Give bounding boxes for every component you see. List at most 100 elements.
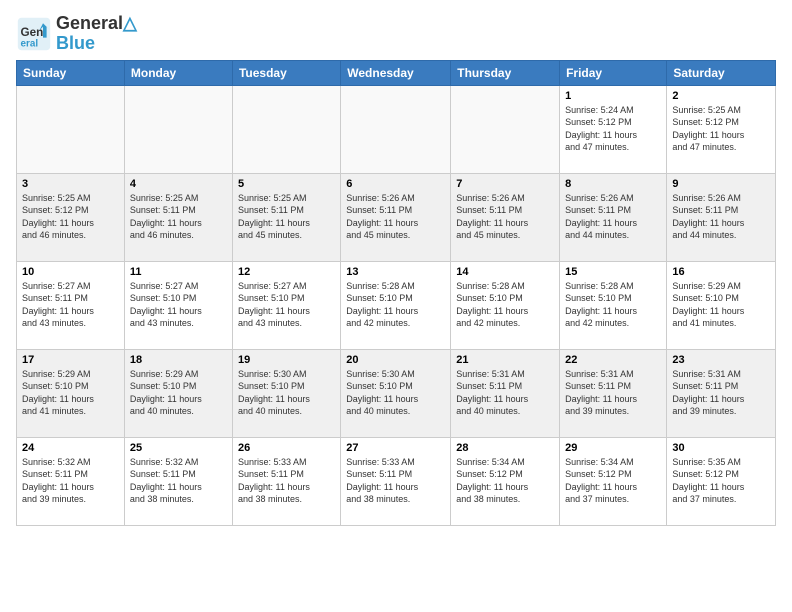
- day-info: Sunrise: 5:25 AMSunset: 5:11 PMDaylight:…: [130, 192, 227, 242]
- day-info: Sunrise: 5:31 AMSunset: 5:11 PMDaylight:…: [456, 368, 554, 418]
- day-info: Sunrise: 5:28 AMSunset: 5:10 PMDaylight:…: [565, 280, 661, 330]
- day-cell: 7Sunrise: 5:26 AMSunset: 5:11 PMDaylight…: [451, 173, 560, 261]
- day-cell: 10 Sunrise: 5:27 AMSunset: 5:11 PMDayligh…: [17, 261, 125, 349]
- day-number: 29: [565, 442, 661, 454]
- day-cell: 28 Sunrise: 5:34 AMSunset: 5:12 PMDayligh…: [451, 437, 560, 525]
- day-cell: 16Sunrise: 5:29 AMSunset: 5:10 PMDayligh…: [667, 261, 776, 349]
- day-cell: 24 Sunrise: 5:32 AMSunset: 5:11 PMDayligh…: [17, 437, 125, 525]
- day-cell: 21 Sunrise: 5:31 AMSunset: 5:11 PMDayligh…: [451, 349, 560, 437]
- day-cell: 8 Sunrise: 5:26 AMSunset: 5:11 PMDaylight…: [560, 173, 667, 261]
- day-cell: 29 Sunrise: 5:34 AMSunset: 5:12 PMDayligh…: [560, 437, 667, 525]
- week-row-1: 1 Sunrise: 5:24 AMSunset: 5:12 PMDaylight…: [17, 85, 776, 173]
- day-cell: 22 Sunrise: 5:31 AMSunset: 5:11 PMDayligh…: [560, 349, 667, 437]
- day-cell: 9 Sunrise: 5:26 AMSunset: 5:11 PMDaylight…: [667, 173, 776, 261]
- day-info: Sunrise: 5:27 AMSunset: 5:11 PMDaylight:…: [22, 280, 119, 330]
- day-number: 13: [346, 266, 445, 278]
- logo-icon: Gen eral: [16, 16, 52, 52]
- day-cell: [17, 85, 125, 173]
- day-cell: [341, 85, 451, 173]
- day-number: 15: [565, 266, 661, 278]
- day-number: 17: [22, 354, 119, 366]
- calendar-table: Sunday Monday Tuesday Wednesday Thursday…: [16, 60, 776, 526]
- day-cell: 17Sunrise: 5:29 AMSunset: 5:10 PMDayligh…: [17, 349, 125, 437]
- day-cell: 27 Sunrise: 5:33 AMSunset: 5:11 PMDayligh…: [341, 437, 451, 525]
- day-info: Sunrise: 5:27 AMSunset: 5:10 PMDaylight:…: [238, 280, 335, 330]
- calendar-body: 1 Sunrise: 5:24 AMSunset: 5:12 PMDaylight…: [17, 85, 776, 525]
- day-info: Sunrise: 5:33 AMSunset: 5:11 PMDaylight:…: [346, 456, 445, 506]
- day-number: 27: [346, 442, 445, 454]
- day-cell: 20 Sunrise: 5:30 AMSunset: 5:10 PMDayligh…: [341, 349, 451, 437]
- day-cell: 23 Sunrise: 5:31 AMSunset: 5:11 PMDayligh…: [667, 349, 776, 437]
- day-info: Sunrise: 5:25 AMSunset: 5:12 PMDaylight:…: [22, 192, 119, 242]
- day-info: Sunrise: 5:26 AMSunset: 5:11 PMDaylight:…: [346, 192, 445, 242]
- day-info: Sunrise: 5:31 AMSunset: 5:11 PMDaylight:…: [565, 368, 661, 418]
- day-number: 21: [456, 354, 554, 366]
- header: Gen eral General△ Blue: [16, 10, 776, 54]
- day-cell: 4 Sunrise: 5:25 AMSunset: 5:11 PMDaylight…: [124, 173, 232, 261]
- logo: Gen eral General△ Blue: [16, 14, 137, 54]
- day-cell: [232, 85, 340, 173]
- day-number: 9: [672, 178, 770, 190]
- day-number: 18: [130, 354, 227, 366]
- col-tuesday: Tuesday: [232, 60, 340, 85]
- day-cell: 1 Sunrise: 5:24 AMSunset: 5:12 PMDaylight…: [560, 85, 667, 173]
- page: Gen eral General△ Blue Sunday Monday Tue…: [0, 0, 792, 612]
- day-cell: 14Sunrise: 5:28 AMSunset: 5:10 PMDayligh…: [451, 261, 560, 349]
- day-cell: 19Sunrise: 5:30 AMSunset: 5:10 PMDayligh…: [232, 349, 340, 437]
- week-row-3: 10 Sunrise: 5:27 AMSunset: 5:11 PMDayligh…: [17, 261, 776, 349]
- day-cell: 11Sunrise: 5:27 AMSunset: 5:10 PMDayligh…: [124, 261, 232, 349]
- day-number: 22: [565, 354, 661, 366]
- week-row-5: 24 Sunrise: 5:32 AMSunset: 5:11 PMDayligh…: [17, 437, 776, 525]
- day-number: 23: [672, 354, 770, 366]
- header-row: Sunday Monday Tuesday Wednesday Thursday…: [17, 60, 776, 85]
- day-info: Sunrise: 5:26 AMSunset: 5:11 PMDaylight:…: [672, 192, 770, 242]
- day-number: 24: [22, 442, 119, 454]
- day-number: 12: [238, 266, 335, 278]
- day-cell: 26Sunrise: 5:33 AMSunset: 5:11 PMDayligh…: [232, 437, 340, 525]
- day-number: 20: [346, 354, 445, 366]
- day-info: Sunrise: 5:32 AMSunset: 5:11 PMDaylight:…: [130, 456, 227, 506]
- day-info: Sunrise: 5:34 AMSunset: 5:12 PMDaylight:…: [565, 456, 661, 506]
- day-number: 30: [672, 442, 770, 454]
- day-info: Sunrise: 5:25 AMSunset: 5:11 PMDaylight:…: [238, 192, 335, 242]
- col-wednesday: Wednesday: [341, 60, 451, 85]
- day-info: Sunrise: 5:33 AMSunset: 5:11 PMDaylight:…: [238, 456, 335, 506]
- day-info: Sunrise: 5:31 AMSunset: 5:11 PMDaylight:…: [672, 368, 770, 418]
- day-info: Sunrise: 5:26 AMSunset: 5:11 PMDaylight:…: [565, 192, 661, 242]
- day-info: Sunrise: 5:32 AMSunset: 5:11 PMDaylight:…: [22, 456, 119, 506]
- day-info: Sunrise: 5:29 AMSunset: 5:10 PMDaylight:…: [130, 368, 227, 418]
- day-info: Sunrise: 5:25 AMSunset: 5:12 PMDaylight:…: [672, 104, 770, 154]
- week-row-4: 17 Sunrise: 5:29 AMSunset: 5:10 PMDayligh…: [17, 349, 776, 437]
- day-number: 8: [565, 178, 661, 190]
- day-number: 28: [456, 442, 554, 454]
- day-number: 3: [22, 178, 119, 190]
- day-number: 6: [346, 178, 445, 190]
- col-sunday: Sunday: [17, 60, 125, 85]
- svg-text:Gen: Gen: [21, 26, 44, 39]
- day-info: Sunrise: 5:35 AMSunset: 5:12 PMDaylight:…: [672, 456, 770, 506]
- col-monday: Monday: [124, 60, 232, 85]
- day-cell: 30 Sunrise: 5:35 AMSunset: 5:12 PMDayligh…: [667, 437, 776, 525]
- logo-blue: △: [123, 13, 137, 33]
- day-number: 10: [22, 266, 119, 278]
- day-cell: 12 Sunrise: 5:27 AMSunset: 5:10 PMDayligh…: [232, 261, 340, 349]
- day-info: Sunrise: 5:34 AMSunset: 5:12 PMDaylight:…: [456, 456, 554, 506]
- day-cell: 5Sunrise: 5:25 AMSunset: 5:11 PMDaylight…: [232, 173, 340, 261]
- day-number: 25: [130, 442, 227, 454]
- col-saturday: Saturday: [667, 60, 776, 85]
- day-cell: [124, 85, 232, 173]
- day-number: 4: [130, 178, 227, 190]
- day-info: Sunrise: 5:28 AMSunset: 5:10 PMDaylight:…: [346, 280, 445, 330]
- day-number: 7: [456, 178, 554, 190]
- day-number: 1: [565, 90, 661, 102]
- day-cell: 15 Sunrise: 5:28 AMSunset: 5:10 PMDayligh…: [560, 261, 667, 349]
- day-cell: 2Sunrise: 5:25 AMSunset: 5:12 PMDaylight…: [667, 85, 776, 173]
- day-number: 14: [456, 266, 554, 278]
- week-row-2: 3 Sunrise: 5:25 AMSunset: 5:12 PMDaylight…: [17, 173, 776, 261]
- day-info: Sunrise: 5:30 AMSunset: 5:10 PMDaylight:…: [346, 368, 445, 418]
- day-info: Sunrise: 5:24 AMSunset: 5:12 PMDaylight:…: [565, 104, 661, 154]
- day-cell: 3 Sunrise: 5:25 AMSunset: 5:12 PMDaylight…: [17, 173, 125, 261]
- day-number: 19: [238, 354, 335, 366]
- col-thursday: Thursday: [451, 60, 560, 85]
- col-friday: Friday: [560, 60, 667, 85]
